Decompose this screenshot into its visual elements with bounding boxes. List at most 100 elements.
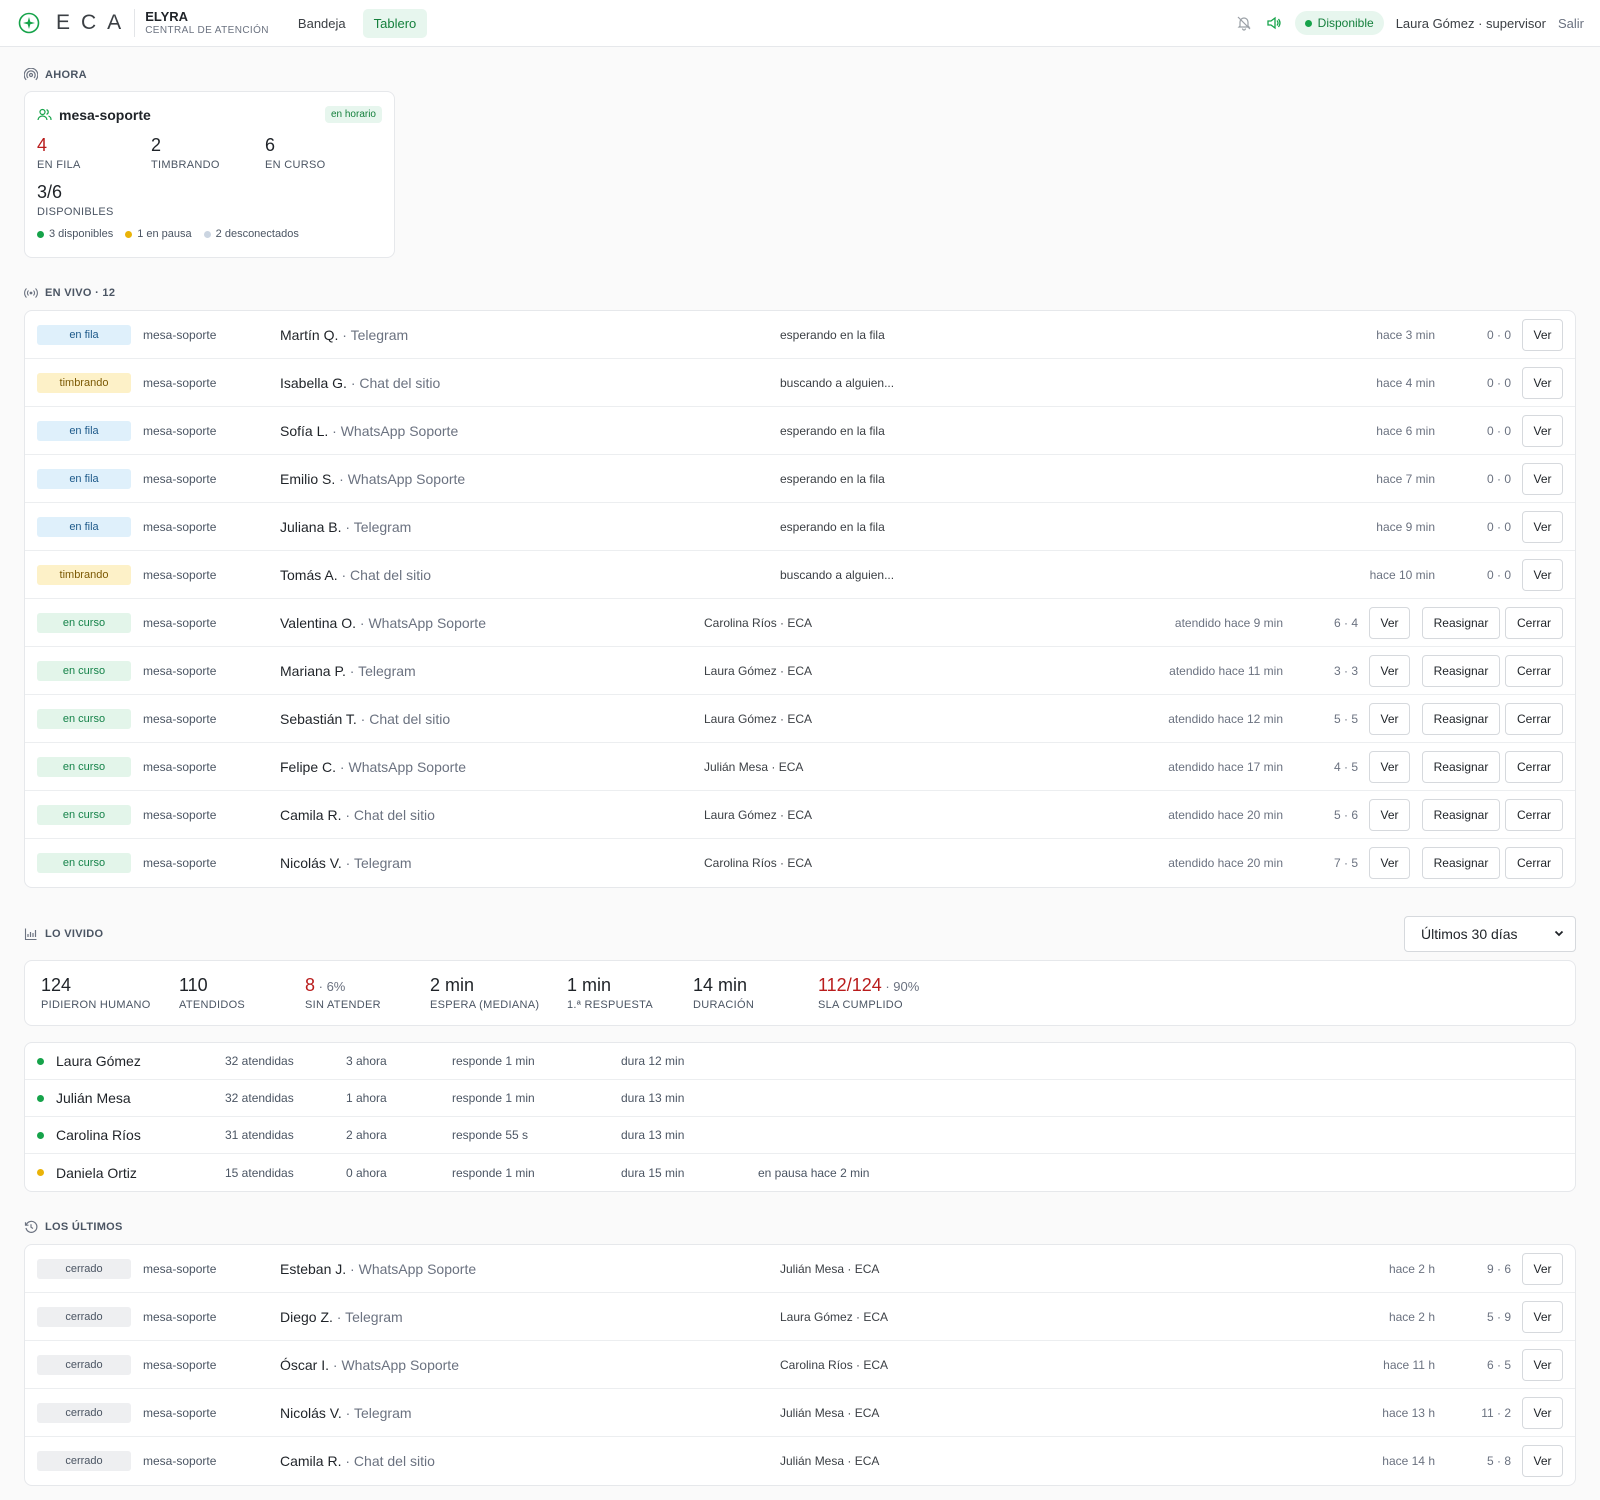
reasignar-button[interactable]: Reasignar: [1422, 798, 1500, 831]
ver-button[interactable]: Ver: [1369, 702, 1410, 735]
conversation-row: cerrado mesa-soporte Camila R. · Chat del …: [25, 1437, 1575, 1485]
ver-button[interactable]: Ver: [1522, 1396, 1563, 1429]
reasignar-button[interactable]: Reasignar: [1422, 847, 1500, 879]
cerrar-button[interactable]: Cerrar: [1505, 702, 1563, 735]
client-name: Camila R.: [280, 806, 342, 823]
agent-response: responde 55 s: [452, 1128, 529, 1142]
note-cell: esperando en la fila: [780, 471, 885, 486]
client-cell: Sofía L. · WhatsApp Soporte: [280, 423, 458, 439]
channel-name: WhatsApp Soporte: [368, 614, 486, 631]
ver-button[interactable]: Ver: [1522, 366, 1563, 399]
agent-cell: Laura Gómez · ECA: [704, 807, 813, 822]
ver-button[interactable]: Ver: [1522, 510, 1563, 543]
queue-cell: mesa-soporte: [143, 807, 217, 822]
channel-separator: ·: [346, 374, 360, 391]
conversation-row: cerrado mesa-soporte Óscar I. · WhatsApp S…: [25, 1341, 1575, 1389]
cerrar-button[interactable]: Cerrar: [1505, 847, 1563, 879]
status-badge: en curso: [37, 660, 131, 681]
message-count: 5 · 9: [1486, 1309, 1511, 1324]
time-cell: hace 7 min: [1376, 471, 1435, 486]
cerrar-button[interactable]: Cerrar: [1505, 750, 1563, 783]
legend-dot: [203, 230, 211, 238]
cerrar-button[interactable]: Cerrar: [1505, 654, 1563, 687]
agent-now: 0 ahora: [346, 1165, 387, 1180]
history-header: LO VIVIDO Últimos 30 días: [24, 916, 1576, 952]
nav-bandeja[interactable]: Bandeja: [287, 9, 357, 38]
agent-cell: Carolina Ríos · ECA: [704, 615, 813, 630]
queue-card[interactable]: mesa-soporte en horario 4 EN FILA 2 TIMB…: [24, 91, 395, 258]
logout-link[interactable]: Salir: [1558, 16, 1584, 31]
client-cell: Nicolás V. · Telegram: [280, 1405, 412, 1421]
queue-cell: mesa-soporte: [143, 423, 217, 438]
ver-button[interactable]: Ver: [1522, 414, 1563, 447]
ver-button[interactable]: Ver: [1522, 318, 1563, 351]
availability-status[interactable]: Disponible: [1294, 11, 1384, 35]
metric-6: 112/124 · 90% SLA CUMPLIDO: [818, 975, 919, 1011]
conversation-row: en fila mesa-soporte Juliana B. · Telegram…: [25, 503, 1575, 551]
client-cell: Juliana B. · Telegram: [280, 519, 411, 535]
top-right-controls: Disponible Laura Gómez · supervisor Sali…: [1235, 11, 1584, 35]
agent-duration: dura 13 min: [621, 1128, 685, 1142]
status-badge: en fila: [37, 324, 131, 345]
ver-button[interactable]: Ver: [1522, 1252, 1563, 1285]
period-select[interactable]: Últimos 30 días: [1404, 916, 1576, 952]
section-live-title: EN VIVO · 12: [24, 286, 1576, 300]
ver-button[interactable]: Ver: [1369, 750, 1410, 783]
agent-cell: Laura Gómez · ECA: [704, 663, 813, 678]
reasignar-button[interactable]: Reasignar: [1422, 702, 1500, 735]
metric-value: 2 min: [430, 975, 539, 996]
ver-button[interactable]: Ver: [1522, 558, 1563, 591]
reasignar-button[interactable]: Reasignar: [1422, 606, 1500, 639]
agent-name: Carolina Ríos: [56, 1127, 141, 1143]
ver-button[interactable]: Ver: [1522, 1445, 1563, 1477]
status-badge: en fila: [37, 420, 131, 441]
metric-number: 14 min: [693, 975, 748, 995]
queue-cell: mesa-soporte: [143, 375, 217, 390]
ver-button[interactable]: Ver: [1522, 462, 1563, 495]
bell-off-icon[interactable]: [1235, 14, 1253, 32]
reasignar-button[interactable]: Reasignar: [1422, 654, 1500, 687]
client-name: Juliana B.: [280, 518, 342, 535]
ver-button[interactable]: Ver: [1369, 654, 1410, 687]
time-cell: hace 2 h: [1388, 1261, 1435, 1276]
section-now-title: AHORA: [24, 68, 1576, 82]
agent-cell: Laura Gómez · ECA: [704, 711, 813, 726]
time-cell: atendido hace 11 min: [1169, 663, 1283, 678]
queue-header: mesa-soporte en horario: [37, 106, 382, 123]
metric-value: 112/124 · 90%: [818, 975, 919, 996]
time-cell: hace 14 h: [1382, 1454, 1435, 1468]
channel-name: Telegram: [345, 1308, 403, 1325]
ver-button[interactable]: Ver: [1522, 1348, 1563, 1381]
ver-button[interactable]: Ver: [1369, 798, 1410, 831]
agent-row[interactable]: Julián Mesa 32 atendidas 1 ahora responde 1…: [25, 1080, 1575, 1117]
current-user: Laura Gómez · supervisor: [1395, 15, 1546, 31]
app-title: ELYRA CENTRAL DE ATENCIÓN: [145, 9, 269, 36]
reasignar-button[interactable]: Reasignar: [1422, 750, 1500, 783]
channel-name: Telegram: [358, 662, 416, 679]
ver-button[interactable]: Ver: [1369, 606, 1410, 639]
nav-tablero[interactable]: Tablero: [362, 8, 428, 38]
conversation-row: en fila mesa-soporte Emilio S. · WhatsApp …: [25, 455, 1575, 503]
speaker-icon[interactable]: [1265, 14, 1283, 32]
agent-row[interactable]: Carolina Ríos 31 atendidas 2 ahora responde…: [25, 1117, 1575, 1154]
time-cell: atendido hace 9 min: [1174, 615, 1283, 630]
cerrar-button[interactable]: Cerrar: [1505, 798, 1563, 831]
client-name: Martín Q.: [280, 326, 339, 343]
metric-value: 14 min: [693, 975, 754, 996]
message-count: 0 · 0: [1486, 519, 1511, 534]
client-name: Felipe C.: [280, 758, 337, 775]
client-name: Tomás A.: [280, 566, 338, 583]
ver-button[interactable]: Ver: [1369, 847, 1410, 879]
cerrar-button[interactable]: Cerrar: [1505, 606, 1563, 639]
agent-row[interactable]: Laura Gómez 32 atendidas 3 ahora responde 1…: [25, 1043, 1575, 1080]
channel-name: Chat del sitio: [353, 806, 435, 823]
channel-separator: ·: [335, 470, 348, 487]
ver-button[interactable]: Ver: [1522, 1300, 1563, 1333]
queue-cell: mesa-soporte: [143, 471, 217, 486]
client-cell: Nicolás V. · Telegram: [280, 855, 412, 871]
channel-name: Telegram: [353, 855, 412, 871]
metric-percentage: · 90%: [881, 979, 920, 994]
channel-separator: ·: [341, 1453, 354, 1469]
agent-duration: dura 12 min: [621, 1054, 685, 1068]
agent-row[interactable]: Daniela Ortiz 15 atendidas 0 ahora responde…: [25, 1154, 1575, 1191]
